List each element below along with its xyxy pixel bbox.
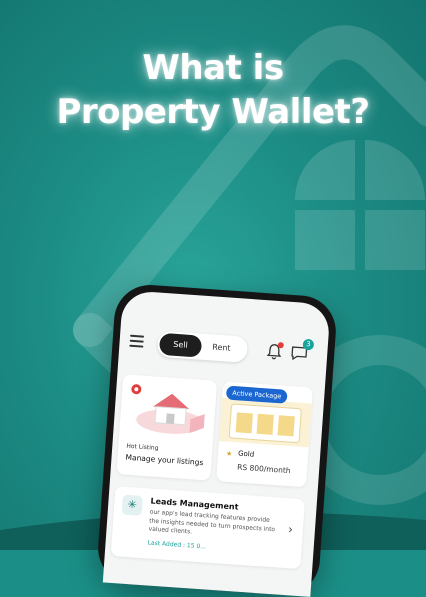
phone-screen: Sell Rent 3 Hot Listing Manage your list… (102, 290, 331, 597)
package-card[interactable]: Active Package ★ Gold RS 800/month (216, 381, 313, 488)
leads-description: our app's lead tracking features provide… (148, 508, 276, 536)
hamburger-menu-icon[interactable] (129, 334, 145, 348)
headline-line-2: Property Wallet? (56, 92, 370, 132)
notification-bell-icon[interactable] (265, 342, 284, 361)
chevron-right-icon[interactable]: › (288, 522, 294, 536)
listing-card-label: Hot Listing (126, 442, 159, 452)
listing-card[interactable]: Hot Listing Manage your listings (116, 374, 218, 481)
package-price: RS 800/month (236, 462, 291, 476)
listing-card-title: Manage your listings (125, 452, 204, 468)
chat-badge: 3 (302, 338, 315, 351)
gold-star-icon: ★ (225, 449, 233, 459)
toggle-sell[interactable]: Sell (158, 332, 203, 358)
chat-icon[interactable]: 3 (289, 338, 315, 363)
package-illustration (218, 397, 312, 448)
toggle-rent[interactable]: Rent (203, 336, 240, 360)
house-illustration (131, 384, 205, 434)
headline-line-1: What is (142, 48, 284, 88)
package-name: Gold (237, 449, 255, 459)
leads-last-added: Last Added : 15 0... (147, 539, 207, 551)
sell-rent-toggle[interactable]: Sell Rent (156, 330, 249, 363)
app-top-bar: Sell Rent 3 (118, 320, 328, 374)
leads-management-card[interactable]: ✳ Leads Management our app's lead tracki… (110, 486, 306, 570)
leads-icon: ✳ (121, 494, 143, 516)
headline: What is Property Wallet? (0, 46, 426, 134)
